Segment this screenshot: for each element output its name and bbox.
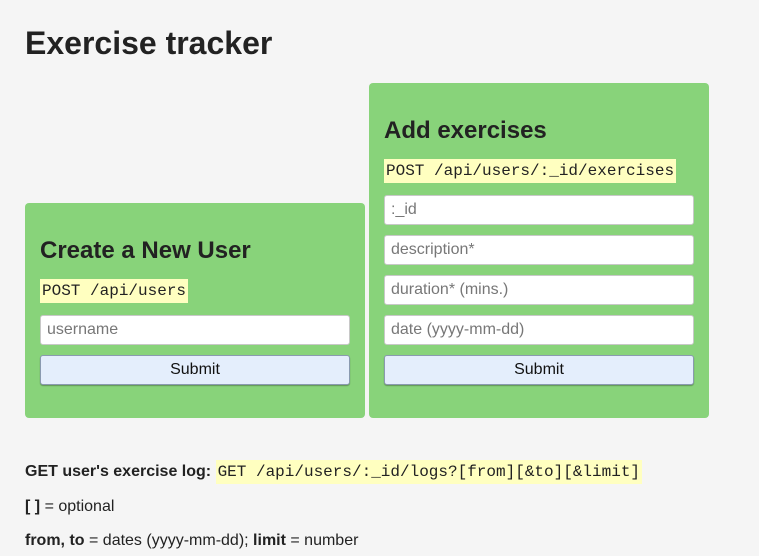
number-text: = number [290,532,359,549]
log-label: GET user's exercise log: [25,463,212,480]
add-exercises-endpoint: POST /api/users/:_id/exercises [384,159,677,183]
optional-line: [ ] = optional [25,497,114,517]
optional-brackets: [ ] [25,498,41,515]
limit-label: limit [253,532,286,549]
create-user-heading: Create a New User [40,237,251,264]
page-title: Exercise tracker [25,25,273,61]
add-exercises-heading: Add exercises [384,117,547,144]
from-to-label: from, to [25,532,85,549]
log-endpoint-line: GET user's exercise log: GET /api/users/… [25,460,643,484]
params-line: from, to = dates (yyyy-mm-dd); limit = n… [25,531,358,551]
user-id-input[interactable] [384,195,694,225]
add-exercise-submit-button[interactable]: Submit [384,355,694,385]
duration-input[interactable] [384,275,694,305]
log-endpoint: GET /api/users/:_id/logs?[from][&to][&li… [215,460,643,484]
dates-text: = dates (yyyy-mm-dd); [89,532,249,549]
create-user-form: Create a New User POST /api/users Submit [25,203,365,418]
create-user-endpoint: POST /api/users [40,279,189,303]
optional-text: = optional [44,498,115,515]
description-input[interactable] [384,235,694,265]
username-input[interactable] [40,315,350,345]
page: Exercise tracker Create a New User POST … [0,0,759,556]
add-exercises-form: Add exercises POST /api/users/:_id/exerc… [369,83,709,418]
date-input[interactable] [384,315,694,345]
create-user-submit-button[interactable]: Submit [40,355,350,385]
